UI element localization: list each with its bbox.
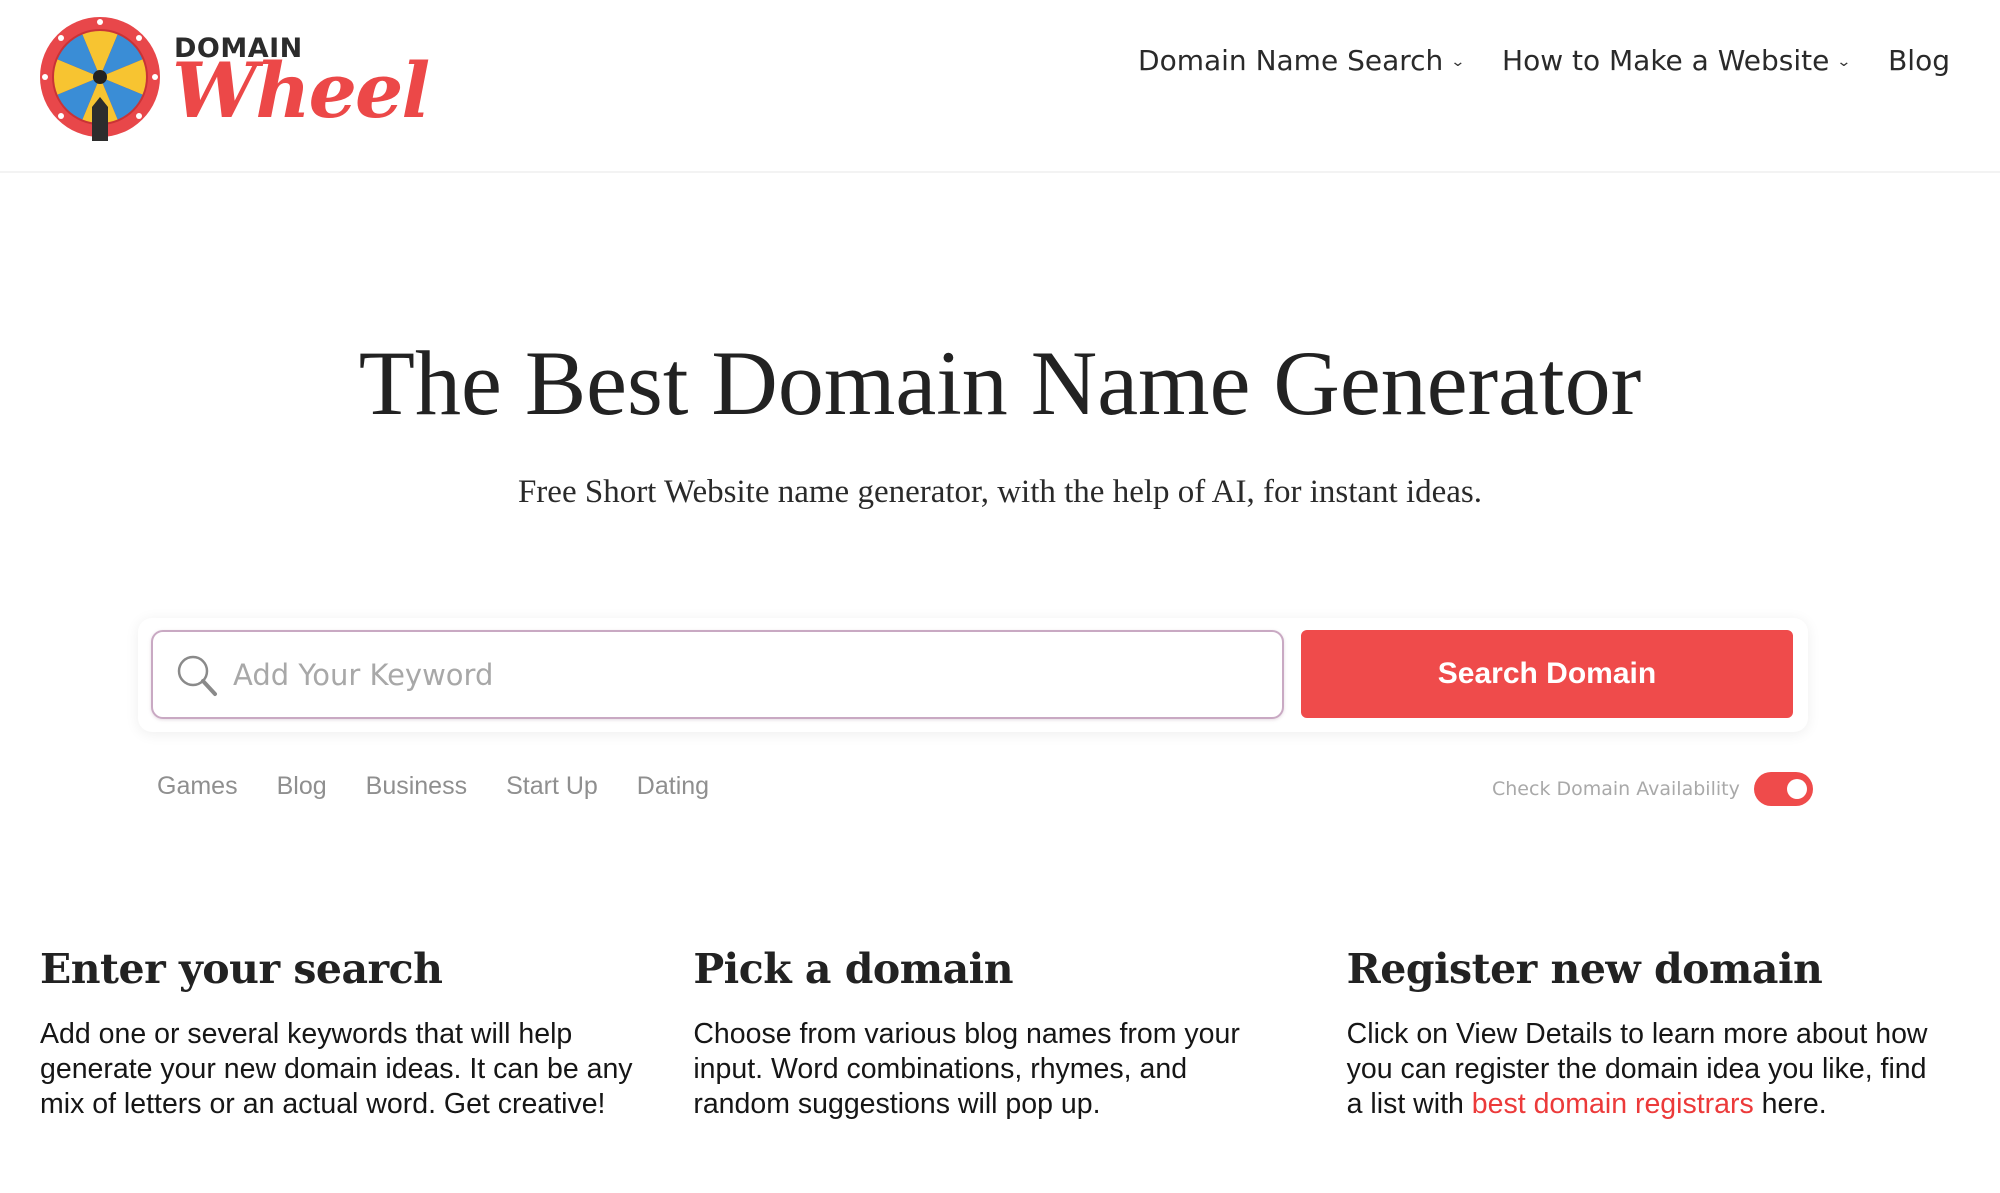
feature-title: Register new domain <box>1346 945 1823 993</box>
features-section: Enter your search Add one or several key… <box>40 945 2000 1122</box>
feature-text: Choose from various blog names from your… <box>693 1018 1240 1120</box>
chip-start-up[interactable]: Start Up <box>506 772 598 801</box>
site-header: DOMAIN Wheel Domain Name Search ⌄ How to… <box>0 0 2000 173</box>
page-title: The Best Domain Name Generator <box>358 332 1642 434</box>
feature-pick-domain: Pick a domain Choose from various blog n… <box>693 945 1346 1122</box>
logo-wheel-word: Wheel <box>172 46 430 135</box>
site-logo[interactable]: DOMAIN Wheel <box>38 15 430 143</box>
search-icon <box>177 655 217 696</box>
search-field[interactable] <box>151 630 1284 719</box>
chip-games[interactable]: Games <box>157 772 238 801</box>
search-domain-button[interactable]: Search Domain <box>1301 630 1793 718</box>
domain-wheel-logo-icon <box>40 17 160 141</box>
feature-text: Add one or several keywords that will he… <box>40 1018 633 1120</box>
suggestion-chips: Games Blog Business Start Up Dating <box>157 772 748 801</box>
nav-item-label: How to Make a Website <box>1502 44 1830 77</box>
chip-business[interactable]: Business <box>366 772 467 801</box>
feature-title: Enter your search <box>40 945 443 993</box>
feature-title: Pick a domain <box>693 945 1014 993</box>
nav-blog[interactable]: Blog <box>1888 44 1950 77</box>
page-subtitle: Free Short Website name generator, with … <box>517 474 1483 510</box>
nav-domain-name-search[interactable]: Domain Name Search ⌄ <box>1138 44 1466 77</box>
nav-item-label: Blog <box>1888 44 1950 77</box>
chevron-down-icon: ⌄ <box>1450 53 1466 70</box>
chip-blog[interactable]: Blog <box>277 772 327 801</box>
nav-item-label: Domain Name Search <box>1138 44 1444 77</box>
availability-label: Check Domain Availability <box>1492 778 1740 800</box>
availability-toggle[interactable] <box>1753 772 1813 806</box>
main-nav: Domain Name Search ⌄ How to Make a Websi… <box>1100 44 1950 77</box>
feature-text: Click on View Details to learn more abou… <box>1347 1017 1940 1122</box>
chip-dating[interactable]: Dating <box>637 772 709 801</box>
best-domain-registrars-link[interactable]: best domain registrars <box>1472 1088 1754 1120</box>
search-card: Search Domain <box>138 618 1808 732</box>
feature-register-domain: Register new domain Click on View Detail… <box>1347 945 2000 1122</box>
chevron-down-icon: ⌄ <box>1836 53 1852 70</box>
keyword-input[interactable] <box>219 632 1282 717</box>
nav-how-to-make-a-website[interactable]: How to Make a Website ⌄ <box>1502 44 1852 77</box>
toggle-knob <box>1786 779 1807 799</box>
feature-enter-search: Enter your search Add one or several key… <box>40 945 693 1122</box>
availability-control: Check Domain Availability <box>1492 772 1813 806</box>
feature-text-after: here. <box>1753 1088 1827 1120</box>
